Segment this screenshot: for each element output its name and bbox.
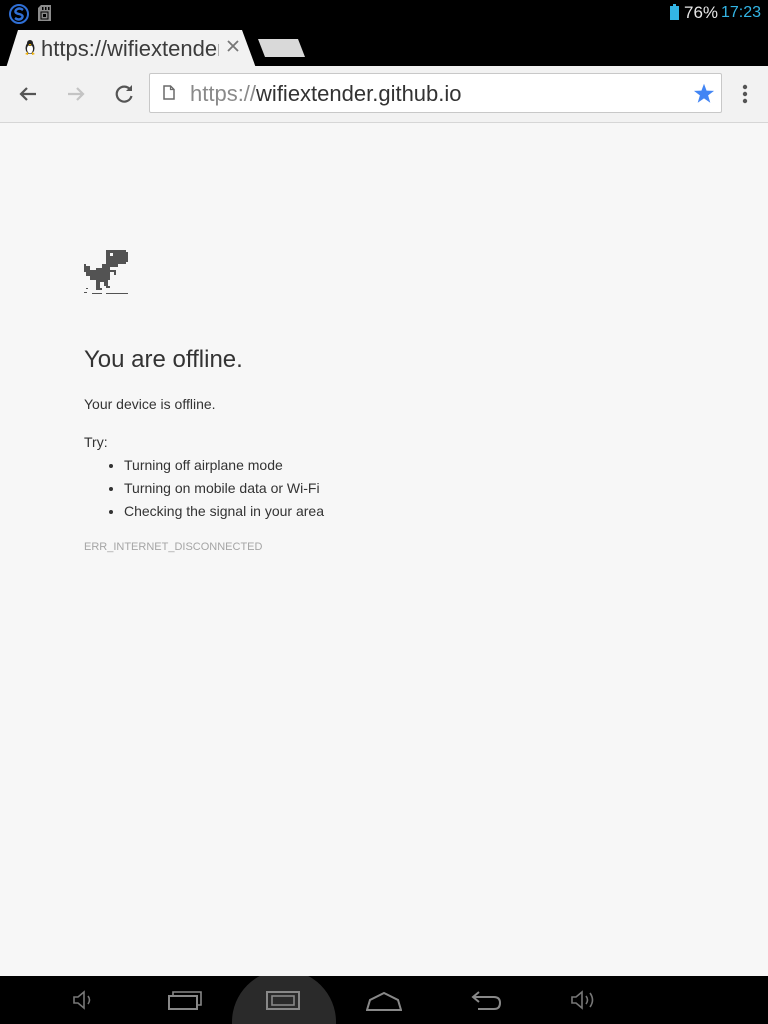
battery-percent: 76% <box>684 3 719 22</box>
s-notification-icon <box>9 4 29 24</box>
close-icon[interactable] <box>227 40 239 52</box>
status-bar: 76% 17:23 <box>0 0 768 28</box>
omnibox[interactable]: https://wifiextender.github.io <box>149 73 722 113</box>
star-icon[interactable] <box>693 83 715 104</box>
tab-strip: https://wifiextender.github.io <box>0 28 768 68</box>
browser-toolbar: https://wifiextender.github.io <box>0 66 768 123</box>
back-arrow-icon[interactable] <box>14 80 42 108</box>
suggestions-list: Turning off airplane mode Turning on mob… <box>84 454 324 523</box>
sd-card-icon <box>38 5 51 21</box>
reload-icon[interactable] <box>110 80 138 108</box>
volume-down-icon[interactable] <box>64 986 100 1014</box>
error-description: Your device is offline. <box>84 396 216 412</box>
url-text[interactable]: https://wifiextender.github.io <box>190 81 462 107</box>
url-host: wifiextender.github.io <box>256 81 462 106</box>
penguin-favicon-icon <box>25 40 35 55</box>
recent-apps-icon[interactable] <box>166 986 202 1014</box>
clock: 17:23 <box>721 4 762 21</box>
battery-icon <box>670 4 679 20</box>
url-scheme: https:// <box>190 81 257 106</box>
forward-arrow-icon[interactable] <box>62 80 90 108</box>
error-page: You are offline. Your device is offline.… <box>0 123 768 976</box>
screenshot-icon[interactable] <box>265 986 301 1014</box>
home-icon[interactable] <box>366 986 402 1014</box>
list-item: Turning on mobile data or Wi-Fi <box>124 477 324 500</box>
list-item: Turning off airplane mode <box>124 454 324 477</box>
error-heading: You are offline. <box>84 346 243 373</box>
new-tab-icon[interactable] <box>258 37 306 59</box>
try-label: Try: <box>84 434 108 450</box>
overflow-menu-icon[interactable] <box>734 80 756 108</box>
volume-up-icon[interactable] <box>566 986 602 1014</box>
tab-active[interactable]: https://wifiextender.github.io <box>6 30 256 68</box>
back-icon[interactable] <box>466 986 502 1014</box>
system-nav-bar <box>0 976 768 1024</box>
page-icon[interactable] <box>163 85 175 100</box>
list-item: Checking the signal in your area <box>124 500 324 523</box>
dino-icon <box>84 250 128 294</box>
tab-title: https://wifiextender.github.io <box>41 36 219 61</box>
error-code: ERR_INTERNET_DISCONNECTED <box>84 541 263 553</box>
